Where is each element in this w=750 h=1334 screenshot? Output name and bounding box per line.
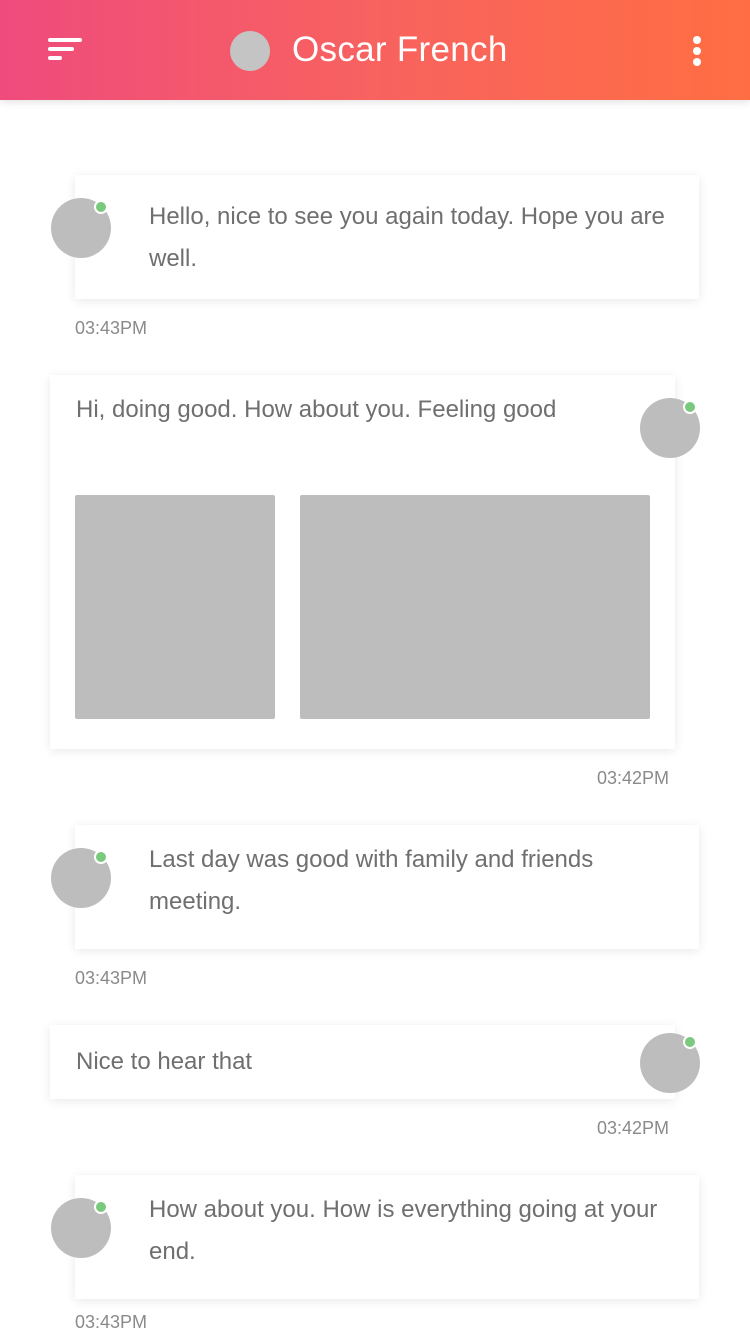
- avatar[interactable]: [51, 1198, 111, 1258]
- contact-name: Oscar French: [292, 30, 508, 69]
- message-text: Nice to hear that: [76, 1048, 253, 1075]
- online-status-dot: [94, 200, 108, 214]
- message-bubble[interactable]: How about you. How is everything going a…: [75, 1175, 699, 1299]
- contact-avatar[interactable]: [230, 31, 270, 71]
- message-timestamp: 03:42PM: [597, 1118, 670, 1138]
- online-status-dot: [683, 1035, 697, 1049]
- message-text: Hello, nice to see you again today. Hope…: [149, 203, 665, 272]
- message-timestamp: 03:43PM: [75, 318, 148, 338]
- image-attachment[interactable]: [300, 495, 650, 719]
- message-text: Last day was good with family and friend…: [149, 846, 594, 915]
- avatar[interactable]: [51, 848, 111, 908]
- message-bubble[interactable]: Last day was good with family and friend…: [75, 825, 699, 949]
- message-text: How about you. How is everything going a…: [149, 1196, 658, 1265]
- message-timestamp: 03:43PM: [75, 1312, 148, 1332]
- message-bubble[interactable]: Hi, doing good. How about you. Feeling g…: [50, 375, 675, 749]
- message-timestamp: 03:42PM: [597, 768, 670, 788]
- image-attachment[interactable]: [75, 495, 275, 719]
- avatar[interactable]: [640, 398, 700, 458]
- avatar[interactable]: [640, 1033, 700, 1093]
- avatar[interactable]: [51, 198, 111, 258]
- menu-icon[interactable]: [48, 36, 88, 66]
- message-text: Hi, doing good. How about you. Feeling g…: [76, 396, 557, 423]
- app-header: Oscar French: [0, 0, 750, 100]
- online-status-dot: [94, 1200, 108, 1214]
- message-bubble[interactable]: Hello, nice to see you again today. Hope…: [75, 175, 699, 299]
- more-vertical-icon[interactable]: [686, 34, 708, 68]
- message-timestamp: 03:43PM: [75, 968, 148, 988]
- online-status-dot: [94, 850, 108, 864]
- message-bubble[interactable]: Nice to hear that: [50, 1025, 675, 1099]
- online-status-dot: [683, 400, 697, 414]
